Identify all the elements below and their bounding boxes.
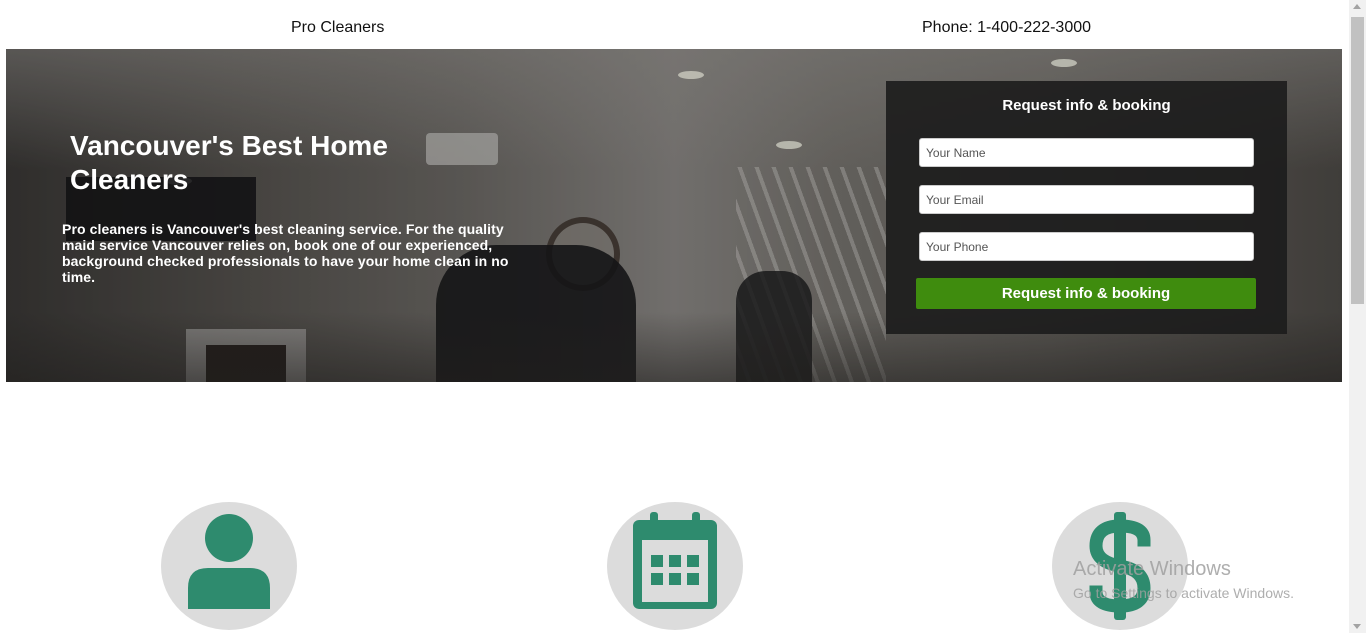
feature-user [161, 502, 297, 630]
scroll-down-icon[interactable] [1353, 624, 1361, 629]
watermark-title: Activate Windows [1073, 558, 1231, 580]
calendar-icon [633, 512, 717, 609]
hero-title: Vancouver's Best Home Cleaners [70, 130, 388, 195]
vertical-scrollbar[interactable] [1349, 0, 1366, 633]
scrollbar-thumb[interactable] [1351, 17, 1364, 304]
user-icon [188, 514, 270, 609]
feature-calendar [607, 502, 743, 630]
booking-form: Request info & booking Request info & bo… [886, 81, 1287, 334]
brand-name[interactable]: Pro Cleaners [291, 19, 384, 37]
windows-activation-watermark: Activate Windows Go to Settings to activ… [1073, 558, 1294, 601]
watermark-subtitle: Go to Settings to activate Windows. [1073, 585, 1294, 601]
email-input[interactable] [919, 185, 1254, 214]
hero-description: Pro cleaners is Vancouver's best cleanin… [62, 221, 509, 285]
name-input[interactable] [919, 138, 1254, 167]
top-header: Pro Cleaners Phone: 1-400-222-3000 [0, 0, 1349, 48]
phone-input[interactable] [919, 232, 1254, 261]
form-title: Request info & booking [1002, 97, 1171, 114]
phone-number[interactable]: Phone: 1-400-222-3000 [922, 19, 1091, 37]
scroll-up-icon[interactable] [1353, 4, 1361, 9]
request-booking-button[interactable]: Request info & booking [916, 278, 1256, 309]
